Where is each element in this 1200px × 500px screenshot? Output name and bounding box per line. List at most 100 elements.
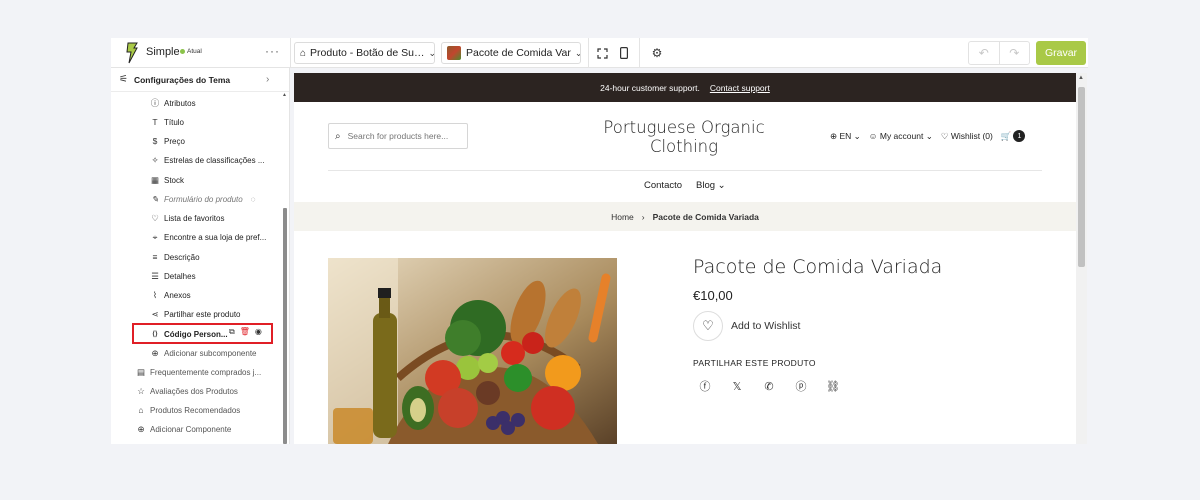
- hidden-eye-icon[interactable]: ◌: [251, 195, 256, 204]
- duplicate-icon[interactable]: ⧉: [229, 327, 235, 337]
- store-preview: 24-hour customer support. Contact suppor…: [294, 73, 1076, 444]
- cart-button[interactable]: 🛒 1: [1001, 130, 1026, 142]
- sidebar-item-descricao[interactable]: ≡ Descrição: [150, 249, 200, 265]
- code-icon: ⟨⟩: [152, 331, 158, 338]
- pinterest-icon[interactable]: ⓟ: [793, 378, 809, 394]
- share-icon: ⋖: [151, 308, 159, 319]
- sidebar-scrollbar[interactable]: [283, 208, 287, 444]
- link-icon[interactable]: ⛓: [825, 378, 841, 394]
- list-icon: ☰: [151, 270, 159, 281]
- facebook-icon[interactable]: ⓕ: [697, 378, 713, 394]
- more-options-button[interactable]: ···: [265, 44, 280, 58]
- contact-support-link[interactable]: Contact support: [710, 83, 770, 93]
- heart-icon: ♡: [940, 130, 949, 141]
- mobile-icon[interactable]: [616, 45, 632, 61]
- heart-icon: ♡: [702, 318, 714, 333]
- product-image[interactable]: [328, 258, 617, 444]
- redo-icon[interactable]: ↷: [1000, 42, 1030, 64]
- sidebar-item-formulario[interactable]: ✎ Formulário do produto ◌: [150, 191, 255, 207]
- chevron-right-icon: ›: [641, 211, 645, 222]
- account-menu[interactable]: ☺ My account ⌄: [869, 131, 933, 142]
- delete-icon[interactable]: 🗑: [240, 327, 250, 337]
- sidebar-item-codigo-personalizado[interactable]: ⟨⟩ Código Person...: [150, 326, 227, 342]
- wishlist-link[interactable]: ♡ Wishlist (0): [941, 131, 993, 142]
- scroll-up-arrow[interactable]: ▲: [282, 92, 287, 98]
- location-icon: ⌖: [152, 231, 158, 242]
- sidebar: ⚟ Configurações do Tema › ▲ ⓘ Atributos T…: [111, 68, 290, 444]
- sidebar-section-frequentemente[interactable]: ▤ Frequentemente comprados j...: [136, 364, 261, 380]
- header-actions: ⊕ EN ⌄ ☺ My account ⌄ ♡ Wishlist (0) 🛒 1: [830, 130, 1026, 142]
- undo-icon[interactable]: ↶: [969, 42, 1000, 64]
- paperclip-icon: ⌇: [152, 289, 158, 300]
- chevron-down-icon: ⌄: [571, 48, 580, 59]
- product-thumbnail: [447, 46, 461, 60]
- app-logo: [123, 42, 141, 64]
- announcement-bar: 24-hour customer support. Contact suppor…: [294, 73, 1076, 102]
- product-price: €10,00: [693, 288, 733, 303]
- template-select[interactable]: ⌂ Produto - Botão de Su… ⌄: [294, 42, 435, 64]
- add-subcomponent-button[interactable]: ⊕ Adicionar subcomponente: [150, 345, 256, 361]
- product-select[interactable]: Pacote de Comida Var ⌄: [441, 42, 581, 64]
- sidebar-item-favoritos[interactable]: ♡ Lista de favoritos: [150, 210, 224, 226]
- info-icon: ⓘ: [150, 98, 160, 108]
- main-nav: Contacto Blog ⌄: [644, 180, 726, 191]
- sidebar-item-atributos[interactable]: ⓘ Atributos: [150, 95, 196, 111]
- nav-item-contacto[interactable]: Contacto: [644, 180, 682, 191]
- whatsapp-icon[interactable]: ✆: [761, 378, 777, 394]
- text-icon: T: [152, 117, 158, 127]
- x-icon[interactable]: 𝕏: [729, 378, 745, 394]
- star-icon: ☆: [137, 385, 145, 396]
- share-title: PARTILHAR ESTE PRODUTO: [693, 358, 816, 368]
- breadcrumb: Home › Pacote de Comida Variada: [294, 202, 1076, 231]
- language-select[interactable]: ⊕ EN ⌄: [830, 131, 861, 142]
- preview-scrollbar[interactable]: ▲: [1076, 73, 1087, 444]
- bundle-icon: ▤: [136, 366, 146, 377]
- sidebar-section-recomendados[interactable]: ⌂ Produtos Recomendados: [136, 402, 240, 418]
- status-badge: Atual: [180, 48, 202, 55]
- sliders-icon: ⚟: [119, 74, 128, 85]
- sidebar-item-partilhar[interactable]: ⋖ Partilhar este produto: [150, 306, 240, 322]
- sidebar-section-avaliacoes[interactable]: ☆ Avaliações dos Produtos: [136, 383, 238, 399]
- sidebar-item-titulo[interactable]: T Título: [150, 114, 184, 130]
- add-to-wishlist-label[interactable]: Add to Wishlist: [731, 320, 800, 332]
- sidebar-item-preco[interactable]: $ Preço: [150, 133, 185, 149]
- globe-icon: ⊕: [830, 130, 838, 141]
- tag-icon: ⌂: [300, 47, 307, 59]
- scroll-up-arrow[interactable]: ▲: [1078, 75, 1084, 81]
- fullscreen-icon[interactable]: [594, 45, 610, 61]
- nav-item-blog[interactable]: Blog ⌄: [696, 180, 726, 191]
- recommend-icon: ⌂: [138, 405, 144, 415]
- align-icon: ≡: [152, 252, 158, 262]
- user-icon: ☺: [868, 130, 878, 141]
- breadcrumb-home[interactable]: Home: [611, 212, 634, 222]
- sidebar-item-loja[interactable]: ⌖ Encontre a sua loja de pref...: [150, 229, 267, 245]
- product-title: Pacote de Comida Variada: [693, 256, 943, 278]
- preview-scroll-thumb[interactable]: [1078, 87, 1085, 267]
- form-icon: ✎: [151, 193, 159, 204]
- component-actions: ⧉ 🗑 ◉: [229, 327, 262, 337]
- sidebar-item-estrelas[interactable]: ✧ Estrelas de classificações ...: [150, 152, 264, 168]
- store-name[interactable]: Portuguese Organic Clothing: [584, 118, 784, 156]
- undo-redo-group: ↶ ↷: [968, 41, 1030, 65]
- sidebar-item-detalhes[interactable]: ☰ Detalhes: [150, 268, 195, 284]
- search-input[interactable]: [347, 131, 458, 141]
- sidebar-item-stock[interactable]: ▦ Stock: [150, 172, 184, 188]
- heart-icon: ♡: [151, 212, 159, 223]
- search-icon: ⌕: [335, 130, 341, 142]
- settings-gear-icon[interactable]: ⚙: [649, 45, 665, 61]
- save-button[interactable]: Gravar: [1036, 41, 1086, 65]
- theme-settings-header[interactable]: ⚟ Configurações do Tema ›: [111, 68, 289, 92]
- breadcrumb-current: Pacote de Comida Variada: [652, 211, 759, 222]
- cart-count-badge: 1: [1013, 130, 1026, 142]
- app-name: Simple: [146, 46, 180, 58]
- top-toolbar: Simple Atual ··· ⌂ Produto - Botão de Su…: [111, 38, 1088, 68]
- wishlist-heart-button[interactable]: ♡: [693, 311, 723, 341]
- eye-icon[interactable]: ◉: [255, 327, 262, 337]
- header-divider: [328, 170, 1042, 171]
- chevron-down-icon: ⌄: [424, 48, 434, 59]
- add-component-button[interactable]: ⊕ Adicionar Componente: [136, 421, 231, 437]
- stars-icon: ✧: [151, 154, 159, 165]
- sidebar-item-anexos[interactable]: ⌇ Anexos: [150, 287, 191, 303]
- search-field[interactable]: ⌕: [328, 123, 468, 149]
- chevron-right-icon: ›: [266, 74, 270, 85]
